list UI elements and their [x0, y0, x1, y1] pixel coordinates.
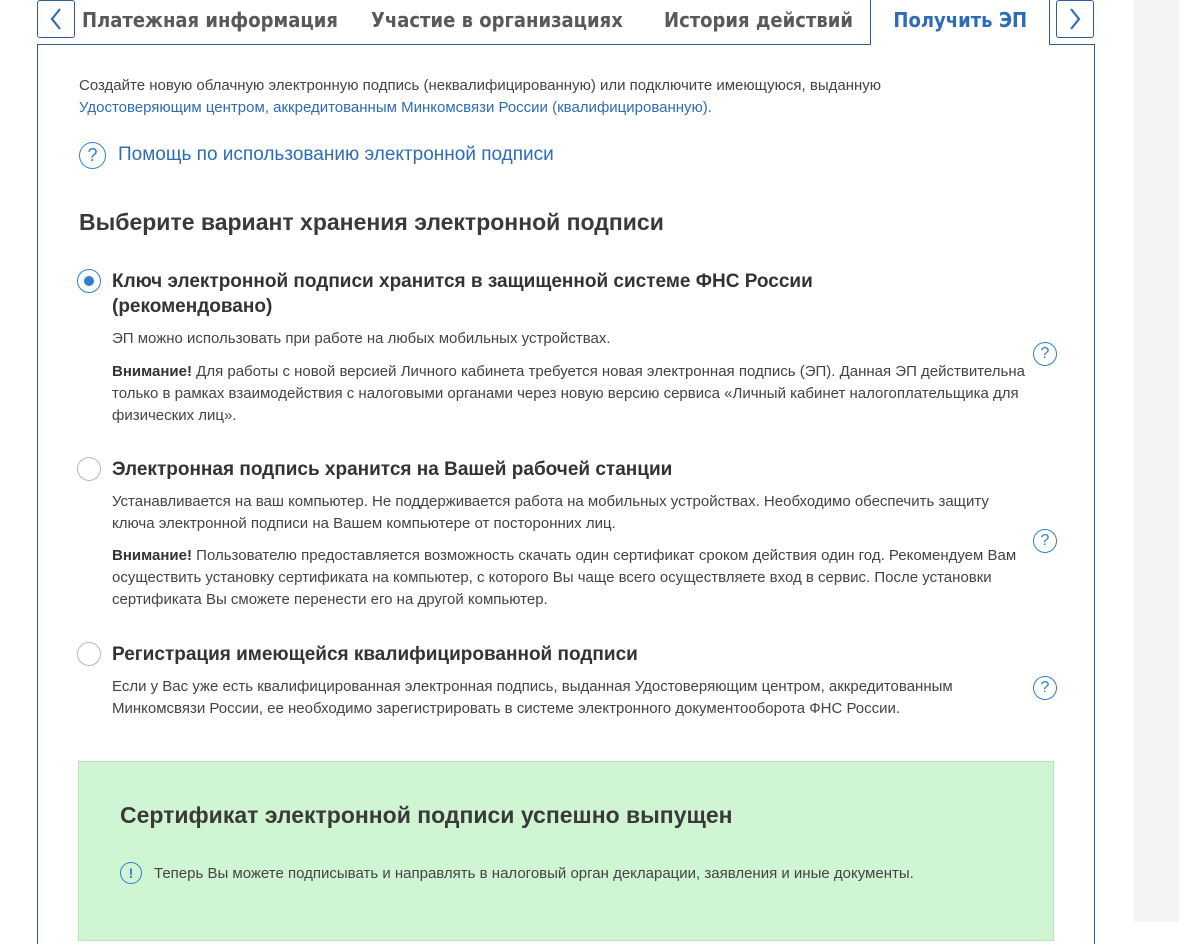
storage-option-warning: Внимание! Пользователю предоставляется в… [112, 545, 1032, 611]
intro-text-body: Создайте новую облачную электронную подп… [79, 77, 882, 94]
success-notice: Сертификат электронной подписи успешно в… [78, 761, 1054, 941]
chevron-right-icon [1070, 8, 1081, 30]
storage-option-workstation: Электронная подпись хранится на Вашей ра… [77, 457, 1057, 617]
storage-option-title: Электронная подпись хранится на Вашей ра… [112, 459, 673, 480]
tab-get-signature-label: Получить ЭП [893, 8, 1027, 32]
storage-option-text: ЭП можно использовать при работе на любы… [112, 330, 611, 347]
signature-help-label: Помощь по использованию электронной подп… [118, 144, 554, 165]
success-text: Теперь Вы можете подписывать и направлят… [154, 864, 914, 882]
chevron-left-icon [50, 8, 61, 30]
signature-help-link[interactable]: ? Помощь по использованию электронной по… [79, 141, 554, 169]
question-circle-icon[interactable]: ? [1033, 342, 1057, 366]
storage-option-text: Если у Вас уже есть квалифицированная эл… [112, 678, 953, 717]
warning-text: Пользователю предоставляется возможность… [112, 547, 1017, 608]
tabs-prev-button[interactable] [37, 0, 75, 38]
tab-organizations[interactable]: Участие в организациях [371, 0, 623, 44]
warning-label: Внимание! [112, 547, 192, 564]
storage-option-qualified: Регистрация имеющейся квалифицированной … [77, 642, 1057, 722]
tab-get-signature[interactable]: Получить ЭП [870, 0, 1050, 45]
question-circle-icon: ? [79, 141, 106, 169]
question-circle-icon[interactable]: ? [1033, 529, 1057, 553]
storage-option-warning: Внимание! Для работы с новой версией Лич… [112, 361, 1032, 427]
exclamation-circle-icon: ! [120, 862, 142, 884]
tab-payment-info[interactable]: Платежная информация [82, 0, 338, 44]
storage-option-title: Ключ электронной подписи хранится в защи… [112, 271, 813, 317]
storage-option-fns-radio[interactable] [77, 269, 101, 293]
tab-strip: Платежная информация Участие в организац… [0, 0, 1134, 45]
storage-option-title: Регистрация имеющейся квалифицированной … [112, 644, 638, 665]
panel-divider [37, 44, 871, 45]
storage-option-text: Устанавливается на ваш компьютер. Не под… [112, 493, 989, 532]
question-circle-icon[interactable]: ? [1033, 676, 1057, 700]
tab-action-history[interactable]: История действий [664, 0, 853, 44]
storage-option-workstation-radio[interactable] [77, 457, 101, 481]
tabs-next-button[interactable] [1056, 0, 1094, 38]
storage-option-fns: Ключ электронной подписи хранится в защи… [77, 269, 1057, 429]
section-title: Выберите вариант хранения электронной по… [79, 209, 664, 235]
intro-text: Создайте новую облачную электронную подп… [79, 75, 979, 119]
warning-label: Внимание! [112, 363, 192, 380]
storage-option-qualified-radio[interactable] [77, 642, 101, 666]
success-title: Сертификат электронной подписи успешно в… [120, 802, 733, 828]
warning-text: Для работы с новой версией Личного кабин… [112, 363, 1025, 424]
success-message: ! Теперь Вы можете подписывать и направл… [120, 862, 914, 884]
page-gutter [1134, 0, 1179, 922]
certification-center-link[interactable]: Удостоверяющим центром, аккредитованным … [79, 99, 712, 116]
panel-divider [1049, 44, 1095, 45]
